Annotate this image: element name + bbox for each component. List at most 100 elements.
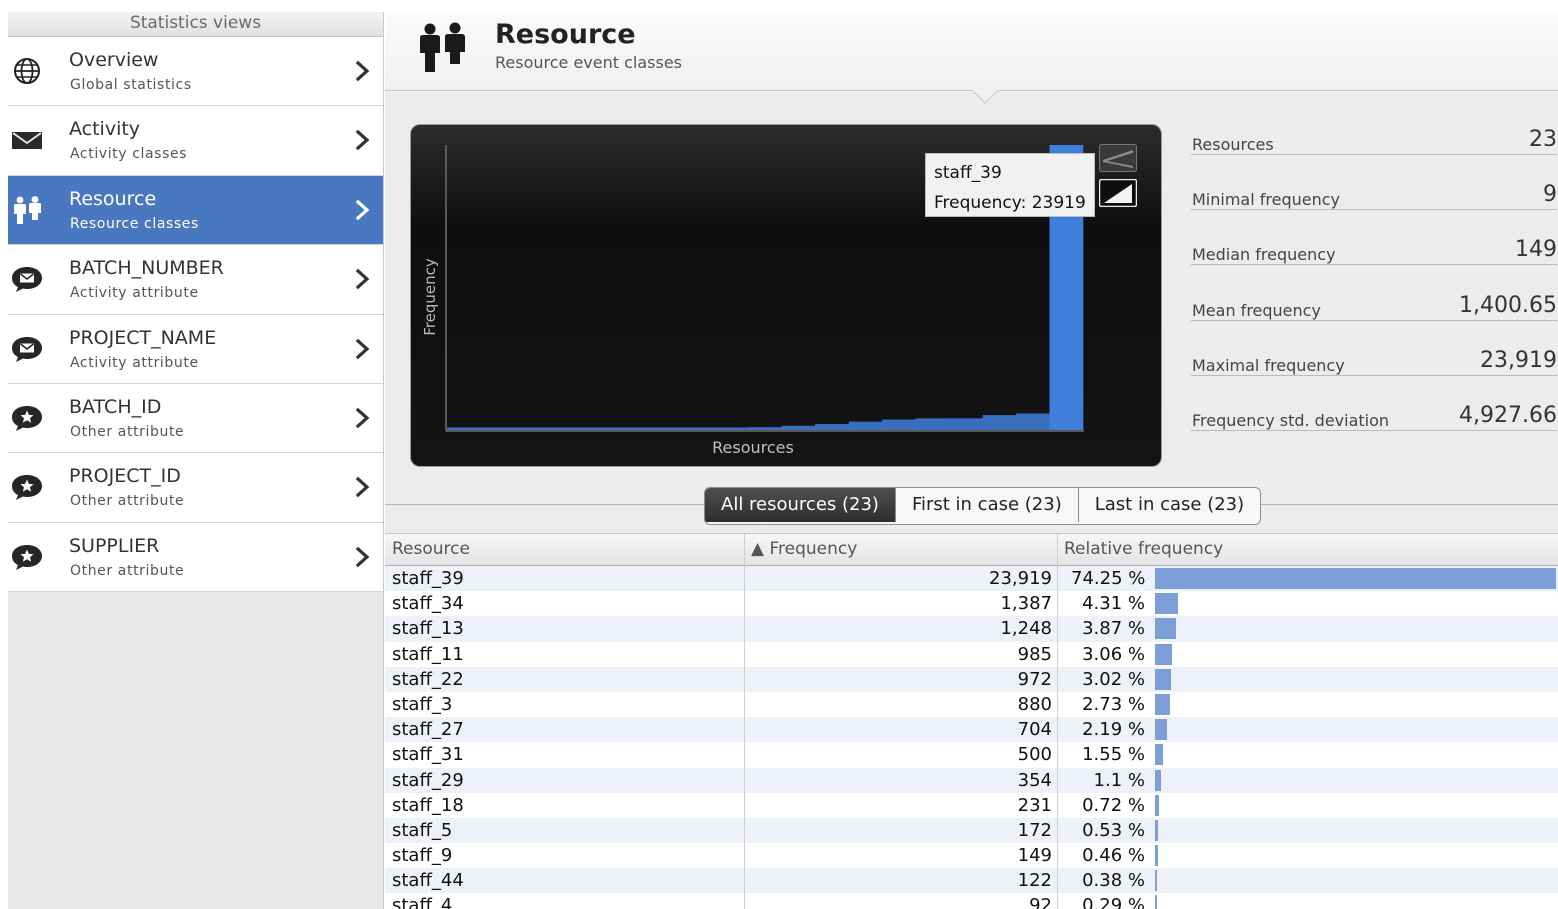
relative-frequency-bar	[1155, 794, 1159, 816]
sidebar-item-overview[interactable]: Overview Global statistics	[8, 37, 383, 107]
sidebar-item-supplier[interactable]: SUPPLIER Other attribute	[8, 522, 383, 593]
cell-resource: staff_9	[392, 845, 453, 867]
chart-bar[interactable]	[580, 427, 615, 431]
table-row[interactable]: staff_44 122 0.38 %	[385, 868, 1558, 894]
chart-bar[interactable]	[1016, 413, 1050, 431]
stat-label: Frequency std. deviation	[1192, 410, 1390, 430]
speech-star-icon	[10, 403, 44, 433]
stat-row: Frequency std. deviation 4,927.66	[1191, 398, 1557, 453]
cell-resource: staff_13	[392, 618, 464, 640]
relative-frequency-bar	[1155, 568, 1556, 589]
chart-bar[interactable]	[781, 425, 816, 430]
tab-all-resources[interactable]: All resources (23)	[705, 488, 895, 522]
sidebar-item-title: Overview	[69, 49, 159, 71]
column-header-resource[interactable]: Resource	[392, 534, 470, 565]
stat-underline	[1191, 374, 1557, 376]
frequency-chart: Frequency Resources staff_39 Frequency: …	[410, 124, 1162, 467]
chart-bar[interactable]	[748, 427, 783, 430]
table-row[interactable]: staff_3 880 2.73 %	[385, 691, 1558, 718]
sidebar-item-title: BATCH_ID	[69, 395, 162, 418]
table-row[interactable]: staff_18 231 0.72 %	[385, 792, 1558, 818]
chart-bar[interactable]	[681, 427, 716, 431]
cell-relative-frequency: 2.19 %	[1082, 719, 1145, 741]
chart-bar[interactable]	[480, 427, 515, 431]
sidebar-item-resource[interactable]: Resource Resource classes	[8, 175, 383, 246]
chart-bar[interactable]	[848, 421, 883, 430]
cell-frequency: 972	[1017, 668, 1052, 690]
cell-relative-frequency: 3.87 %	[1082, 618, 1145, 640]
cell-resource: staff_18	[392, 794, 464, 816]
column-header-relative-frequency[interactable]: Relative frequency	[1064, 534, 1223, 565]
chevron-right-icon	[354, 407, 372, 429]
tab-last-in-case[interactable]: Last in case (23)	[1077, 488, 1260, 522]
table-row[interactable]: staff_29 354 1.1 %	[385, 767, 1558, 793]
column-header-frequency[interactable]: ▲ Frequency	[751, 534, 857, 565]
chevron-right-icon	[354, 129, 372, 151]
cell-relative-frequency: 3.06 %	[1082, 643, 1145, 665]
table-row[interactable]: staff_9 149 0.46 %	[385, 843, 1558, 869]
cell-frequency: 354	[1017, 769, 1052, 791]
cell-frequency: 985	[1017, 643, 1052, 665]
chart-bar[interactable]	[982, 415, 1017, 430]
sidebar-item-title: Resource	[69, 187, 157, 210]
sidebar-item-subtitle: Other attribute	[70, 423, 185, 440]
cell-resource: staff_31	[392, 744, 464, 766]
cell-relative-frequency: 3.02 %	[1082, 668, 1145, 690]
sidebar-item-activity[interactable]: Activity Activity classes	[8, 106, 383, 176]
nav-list: Overview Global statistics Activity Activit…	[8, 37, 383, 593]
table-row[interactable]: staff_11 985 3.06 %	[385, 641, 1558, 667]
sidebar-item-title: SUPPLIER	[69, 534, 160, 557]
stat-label: Median frequency	[1192, 245, 1336, 265]
relative-frequency-bar	[1155, 668, 1172, 690]
sidebar-item-batch-id[interactable]: BATCH_ID Other attribute	[8, 383, 383, 454]
tab-first-in-case[interactable]: First in case (23)	[894, 488, 1078, 522]
line-chart-icon[interactable]	[1099, 144, 1137, 172]
sidebar-item-batch-number[interactable]: BATCH_NUMBER Activity attribute	[8, 245, 383, 315]
chart-bar[interactable]	[882, 419, 916, 431]
chart-bar[interactable]	[647, 427, 682, 431]
chart-bar[interactable]	[447, 427, 481, 431]
sidebar-item-subtitle: Other attribute	[70, 493, 185, 510]
cell-resource: staff_3	[392, 693, 453, 715]
table-row[interactable]: staff_22 972 3.02 %	[385, 666, 1558, 692]
cell-relative-frequency: 0.72 %	[1082, 794, 1145, 816]
table-row[interactable]: staff_4 92 0.29 %	[385, 893, 1558, 909]
speech-envelope-icon	[10, 264, 44, 294]
stat-label: Maximal frequency	[1192, 355, 1345, 375]
cell-relative-frequency: 0.29 %	[1082, 895, 1145, 909]
table-row[interactable]: staff_31 500 1.55 %	[385, 742, 1558, 768]
area-chart-icon[interactable]	[1099, 179, 1137, 207]
people-icon	[420, 22, 465, 72]
chevron-right-icon	[354, 476, 372, 498]
sidebar-item-project-name[interactable]: PROJECT_NAME Activity attribute	[8, 314, 383, 384]
chart-bar[interactable]	[714, 427, 749, 431]
cell-frequency: 92	[1029, 895, 1052, 909]
cell-resource: staff_34	[392, 593, 464, 615]
chart-bar[interactable]	[915, 418, 950, 430]
chart-bar[interactable]	[815, 424, 849, 430]
relative-frequency-bar	[1155, 744, 1164, 766]
chart-bar[interactable]	[547, 427, 582, 431]
sidebar-item-project-id[interactable]: PROJECT_ID Other attribute	[8, 453, 383, 523]
chart-bar[interactable]	[513, 427, 548, 431]
y-axis-label: Frequency	[421, 258, 439, 336]
chart-bar[interactable]	[614, 427, 649, 431]
globe-icon	[10, 56, 44, 86]
table-row[interactable]: staff_39 23,919 74.25 %	[385, 566, 1558, 592]
stat-value: 4,927.66	[1459, 402, 1557, 428]
cell-frequency: 172	[1017, 819, 1052, 841]
stat-row: Minimal frequency 9	[1191, 177, 1557, 232]
table-row[interactable]: staff_13 1,248 3.87 %	[385, 616, 1558, 642]
view-header: Resource Resource event classes	[385, 12, 1558, 91]
envelope-icon	[10, 125, 44, 155]
table-row[interactable]: staff_34 1,387 4.31 %	[385, 591, 1558, 617]
column-divider	[1057, 533, 1058, 909]
cell-relative-frequency: 1.55 %	[1082, 744, 1145, 766]
people-icon	[10, 195, 44, 225]
sidebar-item-title: PROJECT_NAME	[69, 326, 217, 349]
table-row[interactable]: staff_27 704 2.19 %	[385, 717, 1558, 743]
chart-bar[interactable]	[949, 418, 983, 430]
stat-label: Resources	[1192, 135, 1274, 154]
stat-label: Mean frequency	[1192, 300, 1321, 320]
table-row[interactable]: staff_5 172 0.53 %	[385, 817, 1558, 844]
